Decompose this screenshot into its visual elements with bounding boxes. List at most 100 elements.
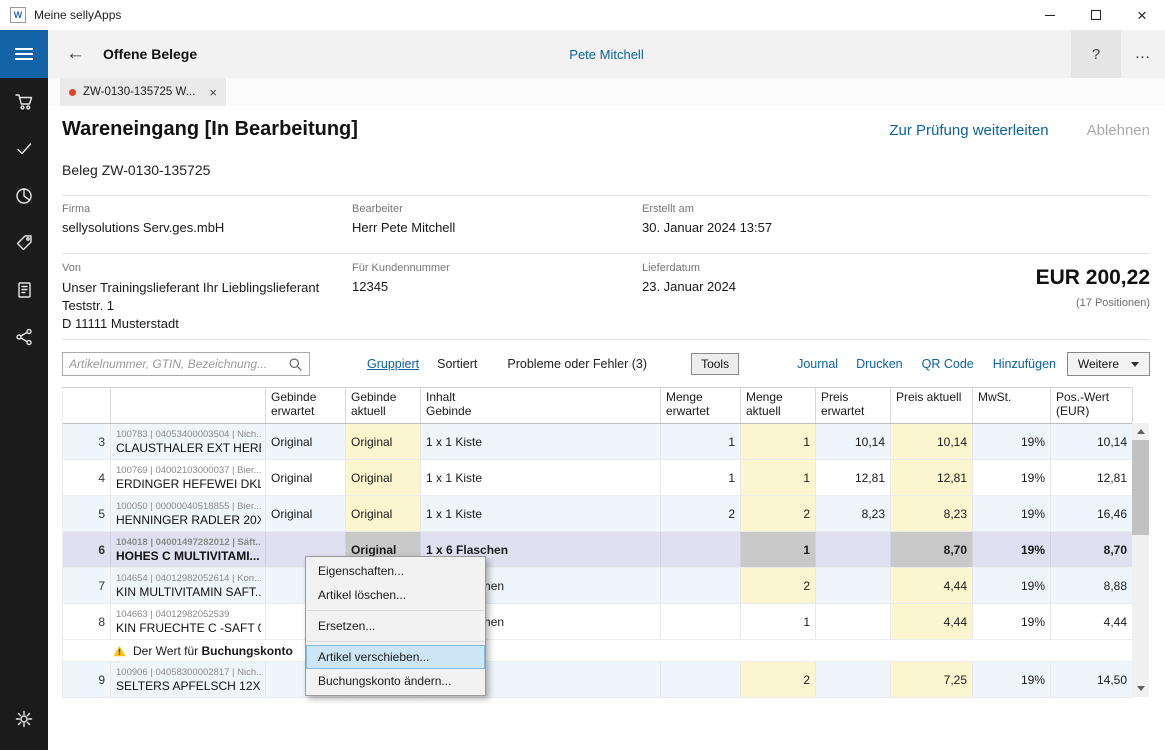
sidebar-item-share[interactable]	[0, 313, 48, 360]
cell-pos-wert: 10,14	[1051, 424, 1133, 459]
cell-preis-erwartet	[816, 662, 891, 697]
sidebar-item-settings[interactable]	[0, 695, 48, 742]
cell-menge-aktuell[interactable]: 1	[741, 532, 816, 567]
cell-preis-aktuell[interactable]: 8,23	[891, 496, 973, 531]
share-icon	[14, 327, 34, 347]
table-row[interactable]: 5 100050 | 00000040518855 | Bier... HENN…	[63, 496, 1132, 532]
cell-preis-aktuell[interactable]: 10,14	[891, 424, 973, 459]
header-pos-wert[interactable]: Pos.-Wert (EUR)	[1051, 388, 1133, 423]
cell-menge-aktuell[interactable]: 1	[741, 460, 816, 495]
cell-mwst: 19%	[973, 662, 1051, 697]
menu-item-artikel-loeschen[interactable]: Artikel löschen...	[306, 583, 485, 607]
print-link[interactable]: Drucken	[856, 357, 903, 371]
cell-gebinde-aktuell[interactable]: Original	[346, 460, 421, 495]
menu-button[interactable]	[0, 30, 48, 78]
cell-gebinde-aktuell[interactable]: Original	[346, 496, 421, 531]
problems-filter[interactable]: Probleme oder Fehler (3)	[507, 357, 647, 371]
tab-close-icon[interactable]: ×	[209, 85, 217, 100]
grouped-toggle[interactable]: Gruppiert	[367, 357, 419, 371]
sidebar-item-cart[interactable]	[0, 78, 48, 125]
cell-preis-aktuell[interactable]: 4,44	[891, 568, 973, 603]
table-row[interactable]: 3 100783 | 04053400003504 | Nich... CLAU…	[63, 424, 1132, 460]
article-ids: 104663 | 04012982052539	[116, 609, 229, 620]
article-name: SELTERS APFELSCH 12X1...	[116, 679, 261, 693]
header-preis-aktuell[interactable]: Preis aktuell	[891, 388, 973, 423]
cell-article: 100783 | 04053400003504 | Nich... CLAUST…	[111, 424, 266, 459]
warning-text-prefix: Der Wert für	[133, 644, 201, 658]
forward-for-review-link[interactable]: Zur Prüfung weiterleiten	[889, 122, 1048, 139]
cell-article: 100769 | 04002103000037 | Bier... ERDING…	[111, 460, 266, 495]
tools-button[interactable]: Tools	[691, 353, 739, 375]
sidebar-item-ledger[interactable]	[0, 266, 48, 313]
gear-icon	[14, 709, 34, 729]
reject-link[interactable]: Ablehnen	[1087, 122, 1150, 139]
search-input[interactable]	[69, 357, 288, 371]
cell-pos-wert: 14,50	[1051, 662, 1133, 697]
table-row-selected[interactable]: 6 104018 | 04001497282012 | Säft... HOHE…	[63, 532, 1132, 568]
more-options-button[interactable]: …	[1121, 30, 1165, 78]
journal-link[interactable]: Journal	[797, 357, 838, 371]
table-row[interactable]: 9 100906 | 04058300002817 | Nich... SELT…	[63, 662, 1132, 698]
cell-gebinde-erwartet: Original	[266, 424, 346, 459]
cell-menge-aktuell[interactable]: 1	[741, 604, 816, 639]
scroll-down-button[interactable]	[1132, 680, 1149, 697]
more-dropdown-button[interactable]: Weitere	[1067, 352, 1150, 376]
sidebar-item-tasks[interactable]	[0, 125, 48, 172]
table-row[interactable]: 7 104654 | 04012982052614 | Kon... KIN M…	[63, 568, 1132, 604]
cell-preis-erwartet: 10,14	[816, 424, 891, 459]
table-toolbar: Gruppiert Sortiert Probleme oder Fehler …	[62, 351, 1150, 377]
article-name: ERDINGER HEFEWEI DKL...	[116, 477, 261, 491]
user-name[interactable]: Pete Mitchell	[48, 47, 1165, 62]
menu-item-ersetzen[interactable]: Ersetzen...	[306, 614, 485, 638]
supplier-name: Unser Trainingslieferant Ihr Lieblingsli…	[62, 279, 319, 297]
app-header: ← Offene Belege Pete Mitchell ? …	[48, 30, 1165, 78]
cell-menge-aktuell[interactable]: 1	[741, 424, 816, 459]
minimize-button[interactable]	[1027, 0, 1073, 30]
cell-preis-aktuell[interactable]: 7,25	[891, 662, 973, 697]
field-value: 12345	[352, 279, 450, 294]
cell-preis-erwartet: 8,23	[816, 496, 891, 531]
header-mwst[interactable]: MwSt.	[973, 388, 1051, 423]
scrollbar-thumb[interactable]	[1132, 440, 1149, 535]
scroll-up-button[interactable]	[1132, 423, 1149, 440]
qr-code-link[interactable]: QR Code	[922, 357, 974, 371]
field-erstellt-am: Erstellt am 30. Januar 2024 13:57	[642, 203, 772, 235]
cell-preis-aktuell[interactable]: 4,44	[891, 604, 973, 639]
cell-menge-aktuell[interactable]: 2	[741, 496, 816, 531]
table-row[interactable]: 8 104663 | 04012982052539 KIN FRUECHTE C…	[63, 604, 1132, 640]
document-tab[interactable]: ZW-0130-135725 W... ×	[60, 78, 226, 106]
header-menge-erwartet[interactable]: Menge erwartet	[661, 388, 741, 423]
cell-inhalt: 1 x 1 Kiste	[421, 496, 661, 531]
cell-menge-aktuell[interactable]: 2	[741, 568, 816, 603]
cell-preis-aktuell[interactable]: 12,81	[891, 460, 973, 495]
sidebar-item-prices[interactable]	[0, 219, 48, 266]
menu-item-eigenschaften[interactable]: Eigenschaften...	[306, 559, 485, 583]
sidebar-item-reports[interactable]	[0, 172, 48, 219]
menu-item-artikel-verschieben[interactable]: Artikel verschieben...	[306, 645, 485, 669]
cell-preis-aktuell[interactable]: 8,70	[891, 532, 973, 567]
header-inhalt-gebinde[interactable]: Inhalt Gebinde	[421, 388, 661, 423]
sorted-toggle[interactable]: Sortiert	[437, 357, 477, 371]
cell-pos-wert: 16,46	[1051, 496, 1133, 531]
cell-menge-erwartet	[661, 532, 741, 567]
article-name: KIN MULTIVITAMIN SAFT...	[116, 585, 261, 599]
maximize-button[interactable]	[1073, 0, 1119, 30]
hamburger-icon-bar	[15, 58, 33, 60]
cell-menge-erwartet: 1	[661, 424, 741, 459]
table-row[interactable]: 4 100769 | 04002103000037 | Bier... ERDI…	[63, 460, 1132, 496]
vertical-scrollbar[interactable]	[1132, 423, 1149, 697]
cell-menge-aktuell[interactable]: 2	[741, 662, 816, 697]
help-button[interactable]: ?	[1071, 30, 1121, 78]
header-gebinde-aktuell[interactable]: Gebinde aktuell	[346, 388, 421, 423]
close-button[interactable]: ×	[1119, 0, 1165, 30]
add-link[interactable]: Hinzufügen	[993, 357, 1056, 371]
cell-gebinde-aktuell[interactable]: Original	[346, 424, 421, 459]
header-menge-aktuell[interactable]: Menge aktuell	[741, 388, 816, 423]
field-lieferdatum: Lieferdatum 23. Januar 2024	[642, 262, 736, 294]
pie-chart-icon	[14, 186, 34, 206]
field-value: Herr Pete Mitchell	[352, 220, 455, 235]
maximize-icon	[1091, 10, 1101, 20]
header-preis-erwartet[interactable]: Preis erwartet	[816, 388, 891, 423]
header-gebinde-erwartet[interactable]: Gebinde erwartet	[266, 388, 346, 423]
menu-item-buchungskonto-aendern[interactable]: Buchungskonto ändern...	[306, 669, 485, 693]
